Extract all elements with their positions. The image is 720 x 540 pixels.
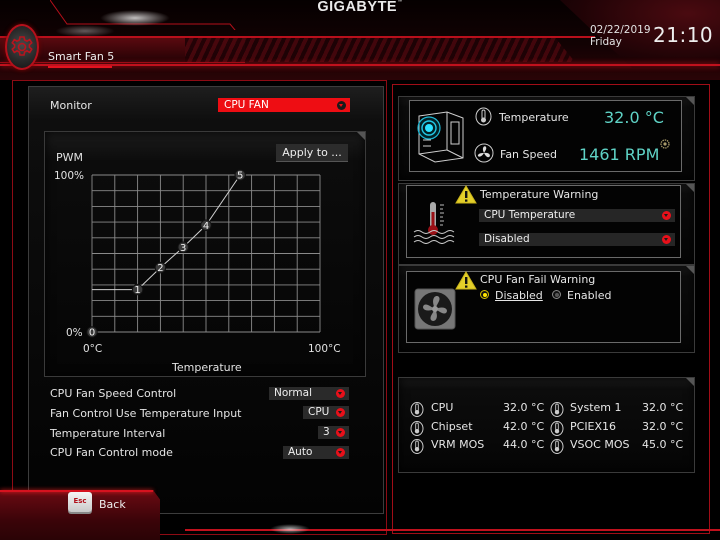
temperature-warning-title: Temperature Warning (480, 188, 599, 201)
chart-points[interactable]: 0 1 2 3 4 5 (86, 169, 246, 339)
bottom-glow (270, 524, 310, 534)
setting-label-temperature-input: Fan Control Use Temperature Input (50, 407, 242, 420)
curve-point-3[interactable]: 3 (177, 241, 189, 254)
temperature-sensor-name: CPU (431, 401, 454, 414)
setting-label-fan-speed-control: CPU Fan Speed Control (50, 387, 177, 400)
thermometer-water-icon (413, 202, 455, 244)
warning-source-value: CPU Temperature (484, 209, 576, 221)
temperature-sensor-name: PCIEX16 (570, 420, 617, 433)
warning-threshold-value: Disabled (484, 233, 530, 245)
curve-point-label: 0 (89, 328, 95, 339)
warning-threshold-select[interactable]: Disabled (479, 233, 675, 246)
settings-gear-icon[interactable] (660, 139, 670, 149)
y-axis-title: PWM (56, 151, 84, 164)
pc-case-icon (417, 111, 464, 163)
fan-control-mode-select[interactable]: Auto (283, 446, 349, 459)
header-stripes (185, 38, 575, 62)
back-button[interactable]: Back (99, 498, 126, 511)
brand-text: GIGABYTE (317, 0, 398, 15)
curve-point-label: 5 (237, 171, 243, 182)
temperature-sensor-name: Chipset (431, 420, 473, 433)
time-display: 21:10 (653, 23, 714, 47)
curve-point-label: 4 (203, 221, 209, 232)
curve-point-0[interactable]: 0 (86, 326, 98, 339)
thermometer-icon (410, 402, 424, 417)
curve-point-label: 3 (180, 243, 186, 254)
temperature-sensor-name: System 1 (570, 401, 622, 414)
chevron-down-icon (337, 101, 346, 110)
curve-point-5[interactable]: 5 (234, 169, 246, 182)
chevron-down-icon (336, 408, 345, 417)
temperature-sensor-value: 45.0 °C (642, 438, 684, 451)
esc-key-icon[interactable]: Esc (68, 492, 92, 512)
fan-speed-label: Fan Speed (500, 148, 558, 161)
fan-fail-option-disabled[interactable]: Disabled (495, 289, 543, 302)
fan-control-mode-value: Auto (288, 446, 313, 458)
header-glow (55, 25, 115, 37)
temperature-sensor-value: 32.0 °C (642, 420, 684, 433)
thermometer-icon (410, 421, 424, 436)
fan-speed-control-select[interactable]: Normal (269, 387, 349, 400)
chevron-down-icon (662, 235, 671, 244)
monitor-select[interactable]: CPU FAN (218, 98, 350, 112)
chart-curve (92, 174, 241, 291)
monitor-selected-value: CPU FAN (224, 99, 269, 111)
temperature-label: Temperature (499, 111, 569, 124)
bottom-red-line (185, 529, 720, 531)
brand-logo: GIGABYTE™ (0, 0, 720, 15)
gear-icon (11, 36, 33, 56)
temperature-sensor-value: 42.0 °C (503, 420, 545, 433)
curve-point-label: 1 (134, 285, 140, 296)
fan-speed-value: 1461 RPM (579, 145, 660, 164)
warning-icon (455, 271, 477, 290)
temperature-sensor-value: 32.0 °C (503, 401, 545, 414)
fan-curve-chart[interactable]: 0 1 2 3 4 5 (80, 165, 330, 345)
warning-source-select[interactable]: CPU Temperature (479, 209, 675, 222)
thermometer-icon (410, 439, 424, 454)
temperature-interval-select[interactable]: 3 (318, 426, 349, 439)
temperature-sensor-value: 44.0 °C (503, 438, 545, 451)
apply-to-button[interactable]: Apply to ... (276, 144, 348, 162)
setting-label-temperature-interval: Temperature Interval (50, 427, 166, 440)
thermometer-icon (550, 439, 564, 454)
date-text: 02/22/2019 (590, 24, 651, 36)
curve-point-1[interactable]: 1 (131, 283, 144, 296)
thermometer-icon (550, 421, 564, 436)
curve-line (137, 174, 241, 290)
chevron-down-icon (336, 389, 345, 398)
temperature-interval-value: 3 (323, 426, 330, 438)
chevron-down-icon (336, 448, 345, 457)
temperature-sensor-name: VRM MOS (431, 438, 485, 451)
x-axis-title: Temperature (172, 361, 242, 374)
fan-speed-control-value: Normal (274, 387, 312, 399)
curve-point-label: 2 (157, 263, 163, 274)
case-fan-icon (414, 288, 456, 330)
temperature-sensor-name: VSOC MOS (570, 438, 630, 451)
tab-smart-fan-5[interactable]: Smart Fan 5 (48, 50, 114, 63)
chart-grid (91, 174, 321, 333)
curve-point-2[interactable]: 2 (154, 261, 167, 274)
chevron-down-icon (662, 211, 671, 220)
fan-fail-radio-enabled[interactable] (552, 290, 561, 299)
active-tab-indicator (48, 66, 112, 68)
fan-fail-warning-title: CPU Fan Fail Warning (480, 273, 596, 286)
brand-trademark: ™ (397, 0, 403, 5)
thermometer-icon (475, 107, 492, 126)
setting-label-fan-control-mode: CPU Fan Control mode (50, 446, 173, 459)
temperature-sensor-value: 32.0 °C (642, 401, 684, 414)
chevron-down-icon (336, 428, 345, 437)
fan-icon (474, 143, 494, 163)
smart-fan-badge[interactable] (5, 24, 39, 70)
monitor-label: Monitor (50, 99, 92, 112)
fan-fail-radio-disabled[interactable] (480, 290, 489, 299)
temperature-value: 32.0 °C (604, 108, 664, 127)
temperature-input-select[interactable]: CPU (303, 406, 349, 419)
day-text: Friday (590, 36, 622, 48)
date-display: 02/22/2019 Friday (590, 24, 651, 48)
temperature-input-value: CPU (308, 406, 330, 418)
fan-fail-option-enabled[interactable]: Enabled (567, 289, 611, 302)
thermometer-icon (550, 402, 564, 417)
curve-point-4[interactable]: 4 (200, 219, 212, 232)
